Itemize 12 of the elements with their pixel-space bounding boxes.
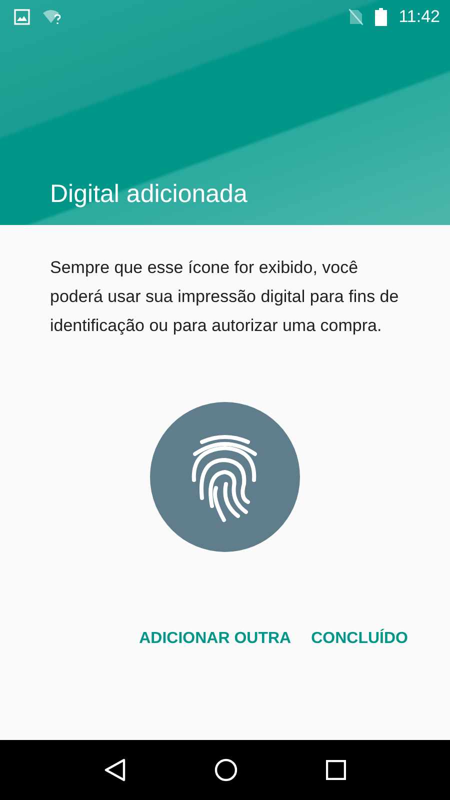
description-text: Sempre que esse ícone for exibido, você poderá usar sua impressão digital para fins de identificação ou para autorizar uma compra.: [50, 257, 400, 337]
recents-icon[interactable]: [326, 760, 346, 780]
back-icon[interactable]: [104, 758, 126, 782]
page-title: Digital adicionada: [50, 180, 248, 210]
image-icon: [14, 9, 30, 25]
battery-icon: [374, 8, 387, 26]
clock-time: 11:42: [398, 7, 440, 27]
action-button[interactable]: ADICIONAR OUTRA: [131, 622, 300, 656]
fingerprint-icon: [150, 402, 300, 552]
action-button[interactable]: CONCLUÍDO: [303, 622, 416, 656]
no-sim-icon: [348, 9, 363, 25]
home-icon[interactable]: [214, 758, 238, 782]
